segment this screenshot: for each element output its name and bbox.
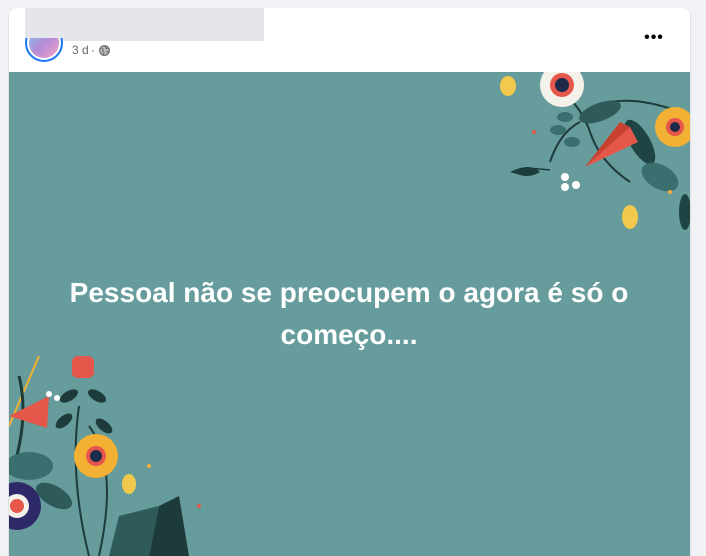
floral-decoration-bottom-left xyxy=(9,356,201,556)
more-options-icon: ••• xyxy=(644,29,664,46)
avatar[interactable] xyxy=(25,38,63,62)
floral-decoration-top-right xyxy=(500,72,690,230)
meta-separator: · xyxy=(90,43,95,57)
post-card: 3 d · ••• Pessoal não se preocupem o ago… xyxy=(9,8,690,556)
post-meta: 3 d · xyxy=(72,43,110,57)
globe-icon[interactable] xyxy=(98,44,110,56)
post-image[interactable]: Pessoal não se preocupem o agora é só o … xyxy=(9,72,690,556)
post-timestamp[interactable]: 3 d xyxy=(72,43,89,57)
more-options-button[interactable]: ••• xyxy=(640,28,668,48)
post-text: Pessoal não se preocupem o agora é só o … xyxy=(69,277,629,350)
author-name-redacted xyxy=(25,8,264,41)
